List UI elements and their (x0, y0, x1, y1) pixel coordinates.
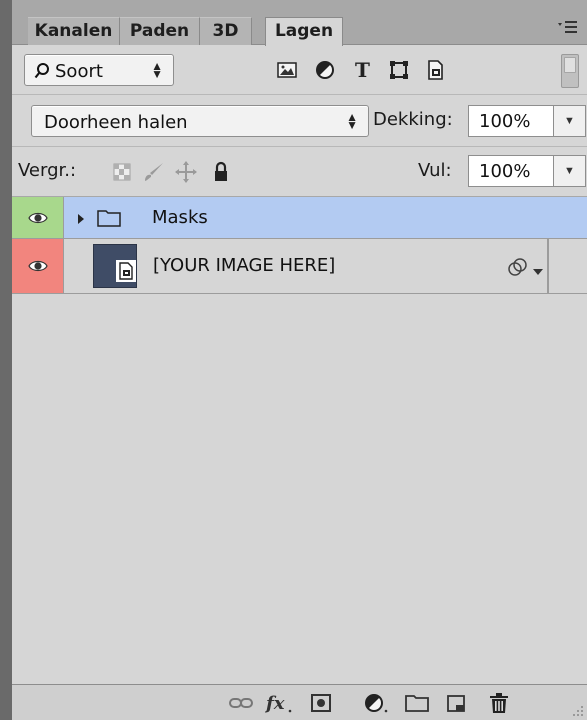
layer-name: [YOUR IMAGE HERE] (153, 255, 336, 276)
fill-label: Vul: (418, 160, 452, 181)
new-group-icon[interactable] (404, 691, 430, 715)
tab-3d[interactable]: 3D (200, 17, 252, 45)
layer-row-image[interactable]: [YOUR IMAGE HERE] (12, 239, 587, 294)
lock-image-pixels-icon[interactable] (142, 160, 166, 184)
tab-paden[interactable]: Paden (120, 17, 200, 45)
tab-lagen[interactable]: Lagen (265, 17, 343, 46)
layer-filter-bar: Soort ▲ ▼ T (12, 45, 587, 95)
pixel-filter-icon[interactable] (274, 57, 300, 83)
visibility-toggle[interactable] (12, 197, 64, 238)
filter-kind-select[interactable]: Soort ▲ ▼ (24, 54, 174, 86)
fill-input[interactable]: 100% (468, 155, 554, 187)
lock-label: Vergr.: (18, 160, 77, 181)
expand-effects-arrow-icon[interactable] (532, 261, 544, 282)
lock-transparent-pixels-icon[interactable] (110, 160, 134, 184)
updown-arrows-icon: ▲ ▼ (151, 59, 163, 81)
visibility-toggle[interactable] (12, 239, 64, 293)
lock-fill-bar: Vergr.: Vul: 100% ▼ (12, 147, 587, 197)
fx-icon[interactable]: fx (264, 691, 292, 715)
svg-text:fx: fx (264, 693, 285, 714)
opacity-dropdown-button[interactable]: ▼ (554, 105, 586, 137)
lock-position-icon[interactable] (174, 160, 198, 184)
layer-row-masks[interactable]: Masks (12, 197, 587, 239)
folder-icon (97, 208, 121, 233)
adjustment-filter-icon[interactable] (312, 57, 338, 83)
eye-icon (28, 212, 48, 224)
lock-all-icon[interactable] (209, 160, 233, 184)
tab-kanalen[interactable]: Kanalen (28, 17, 120, 45)
shape-filter-icon[interactable] (386, 57, 412, 83)
expand-triangle-icon[interactable] (76, 210, 86, 231)
svg-text:T: T (355, 58, 370, 82)
updown-arrows-icon: ▲ ▼ (346, 110, 358, 132)
link-layers-icon[interactable] (228, 691, 254, 715)
blend-mode-select[interactable]: Doorheen halen ▲ ▼ (31, 105, 369, 137)
filter-kind-label: Soort (55, 61, 103, 82)
delete-icon[interactable] (486, 691, 512, 715)
opacity-input[interactable]: 100% (468, 105, 554, 137)
type-filter-icon[interactable]: T (350, 57, 376, 83)
layer-scroll-edge (547, 239, 549, 294)
smart-object-badge-icon (116, 260, 136, 287)
eye-icon (28, 260, 48, 272)
add-mask-icon[interactable] (308, 691, 334, 715)
smart-filter-icon[interactable] (507, 256, 531, 283)
filter-toggle-switch[interactable] (561, 54, 579, 88)
fill-dropdown-button[interactable]: ▼ (554, 155, 586, 187)
new-layer-icon[interactable] (444, 691, 470, 715)
adjustment-layer-icon[interactable] (362, 691, 388, 715)
panel-menu-icon[interactable] (555, 18, 581, 40)
layers-bottom-toolbar: fx (12, 684, 587, 720)
resize-grip-icon[interactable] (572, 705, 584, 717)
layers-list: Masks [YOUR IMAGE HERE] (12, 197, 587, 294)
panel-left-edge (0, 0, 12, 720)
opacity-label: Dekking: (373, 109, 453, 130)
panel-tab-bar: Kanalen Paden 3D Lagen (12, 0, 587, 46)
blend-opacity-bar: Doorheen halen ▲ ▼ Dekking: 100% ▼ (12, 95, 587, 147)
search-icon (34, 62, 50, 85)
layer-thumbnail[interactable] (93, 244, 137, 288)
smart-object-filter-icon[interactable] (422, 57, 448, 83)
blend-mode-label: Doorheen halen (44, 112, 188, 133)
layers-panel: Kanalen Paden 3D Lagen Soort ▲ ▼ T Doorh… (0, 0, 587, 720)
layer-name: Masks (152, 207, 208, 228)
